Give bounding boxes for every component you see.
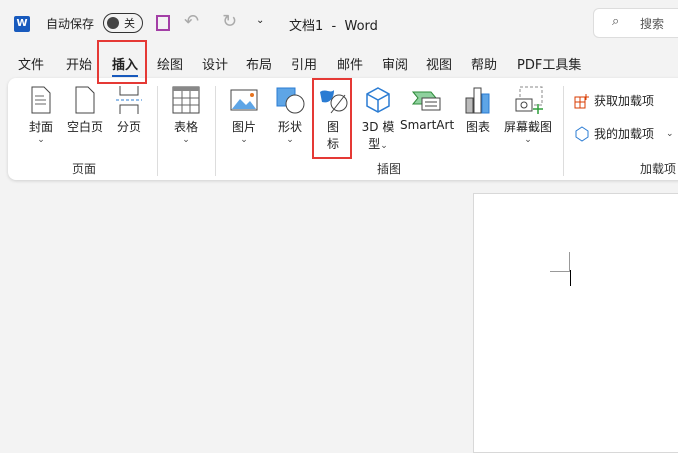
shapes-button[interactable]: 形状 ⌄ [272,86,308,145]
group-label-addins: 加载项 [640,162,677,176]
picture-icon [230,89,258,111]
chart-button[interactable]: 图表 [460,86,496,135]
tab-layout[interactable]: 布局 [246,54,272,73]
cover-page-icon [31,86,51,114]
page-break-button[interactable]: 分页 [112,86,146,135]
my-addins-button[interactable]: 我的加载项 ⌄ [574,125,674,142]
blank-page-button[interactable]: 空白页 [64,86,106,135]
tab-view[interactable]: 视图 [426,54,452,73]
word-logo-icon: W [14,16,30,32]
3d-cube-icon [366,87,390,113]
get-addins-button[interactable]: 获取加载项 [574,92,654,109]
undo-icon[interactable]: ↶ [184,11,199,32]
tab-review[interactable]: 审阅 [382,54,408,73]
search-box[interactable]: ⌕ 搜索 [593,8,678,38]
tab-pdf-tools[interactable]: PDF工具集 [517,54,581,73]
autosave-toggle[interactable]: 关 [103,13,143,33]
tab-home[interactable]: 开始 [66,54,92,73]
table-icon [172,86,200,114]
chevron-down-icon[interactable]: ⌄ [666,129,674,139]
3d-models-button[interactable]: 3D 模 型⌄ [358,86,398,152]
document-page[interactable] [473,193,678,453]
tab-help[interactable]: 帮助 [471,54,497,73]
divider [157,86,158,176]
save-icon[interactable] [156,15,170,31]
page-break-icon [116,86,142,114]
screenshot-button[interactable]: 屏幕截图 ⌄ [502,86,554,145]
get-addins-icon [574,93,589,108]
blank-page-icon [75,86,95,114]
tab-draw[interactable]: 绘图 [157,54,183,73]
table-button[interactable]: 表格 ⌄ [168,86,204,145]
shapes-icon [276,87,305,114]
highlight-icons-button [312,78,352,159]
highlight-insert-tab [97,40,147,84]
group-label-pages: 页面 [72,162,97,176]
smartart-button[interactable]: SmartArt [400,86,454,132]
redo-icon[interactable]: ↻ [222,11,237,32]
divider [215,86,216,176]
tab-file[interactable]: 文件 [18,54,44,73]
autosave-label: 自动保存 [46,17,95,31]
search-icon: ⌕ [612,14,620,29]
tab-design[interactable]: 设计 [202,54,228,73]
text-cursor [570,270,571,286]
cover-page-button[interactable]: 封面 ⌄ [24,86,58,145]
divider [563,86,564,176]
group-label-illustrations: 插图 [377,162,402,176]
chart-icon [465,87,490,114]
pictures-button[interactable]: 图片 ⌄ [226,86,262,145]
document-title: 文档1 - Word [289,19,378,34]
screenshot-icon [515,86,543,114]
customize-qat-icon[interactable]: ⌄ [256,15,264,26]
tab-references[interactable]: 引用 [291,54,317,73]
my-addins-icon [575,125,589,142]
tab-mailings[interactable]: 邮件 [337,54,363,73]
smartart-icon [411,91,441,111]
